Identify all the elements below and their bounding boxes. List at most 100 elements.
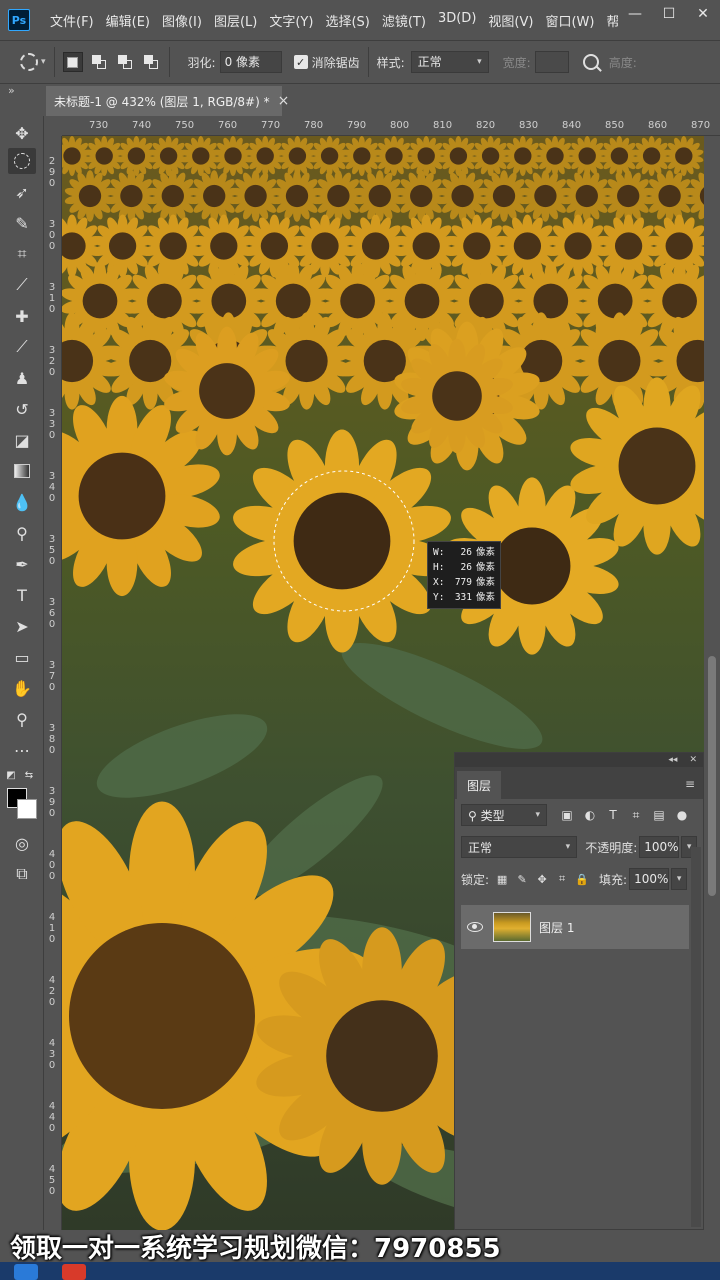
- fill-dropdown-icon[interactable]: ▾: [671, 868, 688, 890]
- menu-window[interactable]: 窗口(W): [545, 11, 594, 30]
- ruler-tick-label: 420: [48, 975, 56, 1008]
- lock-all-icon[interactable]: 🔒: [575, 872, 589, 886]
- history-brush-tool-icon[interactable]: ↺: [8, 396, 36, 422]
- lock-position-icon[interactable]: ✥: [535, 872, 549, 886]
- ruler-tick-label: 840: [562, 120, 582, 131]
- width-input[interactable]: [534, 51, 569, 73]
- taskbar: [0, 1262, 720, 1280]
- pixel-filter-icon[interactable]: ▣: [559, 807, 575, 823]
- intersect-selection-button[interactable]: [141, 52, 161, 72]
- scroll-thumb[interactable]: [708, 656, 716, 896]
- healing-brush-tool-icon[interactable]: ✚: [8, 303, 36, 329]
- smart-object-filter-icon[interactable]: ▤: [651, 807, 667, 823]
- subtract-selection-button[interactable]: [115, 52, 135, 72]
- shape-filter-icon[interactable]: ⌗: [628, 807, 644, 823]
- type-filter-icon[interactable]: T: [605, 807, 621, 823]
- menu-file[interactable]: 文件(F): [50, 11, 94, 30]
- opacity-input[interactable]: 100%: [639, 836, 680, 858]
- panel-menu-icon[interactable]: ≡: [685, 777, 695, 791]
- clone-stamp-tool-icon[interactable]: ♟: [8, 365, 36, 391]
- ruler-tick-label: 760: [218, 120, 238, 131]
- style-value: 正常: [417, 55, 442, 69]
- gradient-tool-icon[interactable]: [8, 458, 36, 484]
- tab-layers[interactable]: 图层: [457, 771, 502, 799]
- search-icon[interactable]: [582, 54, 599, 70]
- lock-transparent-icon[interactable]: ▦: [495, 872, 509, 886]
- visibility-eye-icon[interactable]: [467, 922, 483, 932]
- subtract-selection-icon: [117, 55, 132, 69]
- taskbar-app-icon[interactable]: [62, 1264, 86, 1280]
- menu-filter[interactable]: 滤镜(T): [382, 11, 426, 30]
- restore-button[interactable]: ☐: [652, 0, 686, 28]
- divider: [168, 47, 170, 77]
- layers-panel: ◂◂ ✕ 图层 ≡ ⚲ 类型 ▾ ▣ ◐ T ⌗ ▤ ● 正常 ▾ 不透明度: …: [454, 752, 704, 1230]
- swap-colors-icon[interactable]: ⇆: [22, 762, 36, 788]
- lock-artboard-icon[interactable]: ⌗: [555, 872, 569, 886]
- intersect-selection-icon: [143, 55, 158, 69]
- dodge-tool-icon[interactable]: ⚲: [8, 520, 36, 546]
- pen-tool-icon[interactable]: ✒: [8, 551, 36, 577]
- elliptical-marquee-icon: [20, 53, 38, 71]
- close-button[interactable]: ✕: [686, 0, 720, 28]
- antialias-checkbox[interactable]: ✓: [293, 55, 308, 69]
- add-selection-icon: [91, 55, 106, 69]
- tool-preset-picker[interactable]: ▾: [20, 53, 46, 71]
- menu-type[interactable]: 文字(Y): [269, 11, 313, 30]
- rectangle-tool-icon[interactable]: ▭: [8, 644, 36, 670]
- background-color-swatch[interactable]: [17, 799, 37, 819]
- vertical-scrollbar[interactable]: [704, 136, 720, 1230]
- more-tools-icon[interactable]: ⋯: [8, 737, 36, 763]
- adjustment-filter-icon[interactable]: ◐: [582, 807, 598, 823]
- menu-items: 文件(F) 编辑(E) 图像(I) 图层(L) 文字(Y) 选择(S) 滤镜(T…: [50, 11, 644, 30]
- crop-tool-icon[interactable]: ⌗: [8, 241, 36, 267]
- blend-mode-select[interactable]: 正常 ▾: [461, 836, 578, 858]
- ruler-tick-label: 300: [48, 219, 56, 252]
- blend-row: 正常 ▾ 不透明度: 100% ▾: [455, 831, 703, 863]
- minimize-button[interactable]: —: [618, 0, 652, 28]
- path-selection-tool-icon[interactable]: ➤: [8, 613, 36, 639]
- hand-tool-icon[interactable]: ✋: [8, 675, 36, 701]
- style-select[interactable]: 正常 ▾: [410, 51, 489, 73]
- taskbar-app-icon[interactable]: [14, 1264, 38, 1280]
- document-tab[interactable]: 未标题-1 @ 432% (图层 1, RGB/8#) * ×: [46, 86, 289, 116]
- quick-mask-icon[interactable]: ◎: [8, 830, 36, 856]
- fill-label: 填充:: [599, 872, 628, 887]
- type-tool-icon[interactable]: T: [8, 582, 36, 608]
- move-tool-icon[interactable]: ✥: [8, 120, 36, 146]
- ruler-tick-label: 790: [347, 120, 367, 131]
- menu-layer[interactable]: 图层(L): [214, 11, 257, 30]
- collapse-panel-icon[interactable]: »: [8, 84, 15, 97]
- quick-selection-tool-icon[interactable]: ✎: [8, 210, 36, 236]
- ruler-tick-label: 390: [48, 786, 56, 819]
- filter-toggle-icon[interactable]: ●: [674, 807, 690, 823]
- menu-image[interactable]: 图像(I): [162, 11, 202, 30]
- menu-view[interactable]: 视图(V): [488, 11, 533, 30]
- h-label: H:: [433, 562, 445, 573]
- filter-type-select[interactable]: ⚲ 类型 ▾: [461, 804, 547, 826]
- add-to-selection-button[interactable]: [89, 52, 109, 72]
- blur-tool-icon[interactable]: 💧: [8, 489, 36, 515]
- ruler-tick-label: 410: [48, 912, 56, 945]
- brush-tool-icon[interactable]: ⟋: [8, 334, 36, 360]
- filter-type-label: ⚲ 类型: [468, 808, 505, 823]
- new-selection-button[interactable]: [62, 52, 83, 72]
- eraser-tool-icon[interactable]: ◪: [8, 427, 36, 453]
- chevron-down-icon: ▾: [477, 57, 482, 67]
- collapse-icon[interactable]: ◂◂: [668, 755, 677, 765]
- layers-scrollbar[interactable]: [691, 847, 701, 1227]
- menu-edit[interactable]: 编辑(E): [106, 11, 150, 30]
- lasso-tool-icon[interactable]: ➶: [8, 179, 36, 205]
- eyedropper-tool-icon[interactable]: ⟋: [8, 272, 36, 298]
- layer-row[interactable]: 图层 1: [461, 905, 689, 949]
- menu-3d[interactable]: 3D(D): [438, 11, 476, 30]
- default-colors-icon[interactable]: ◩: [4, 762, 18, 788]
- feather-input[interactable]: 0 像素: [219, 51, 282, 73]
- close-tab-icon[interactable]: ×: [278, 93, 290, 109]
- elliptical-marquee-tool-icon[interactable]: [8, 148, 36, 174]
- panel-close-icon[interactable]: ✕: [689, 755, 697, 765]
- menu-select[interactable]: 选择(S): [325, 11, 369, 30]
- zoom-tool-icon[interactable]: ⚲: [8, 706, 36, 732]
- fill-input[interactable]: 100%: [629, 868, 670, 890]
- screen-mode-icon[interactable]: ⧉: [8, 861, 36, 887]
- lock-image-icon[interactable]: ✎: [515, 872, 529, 886]
